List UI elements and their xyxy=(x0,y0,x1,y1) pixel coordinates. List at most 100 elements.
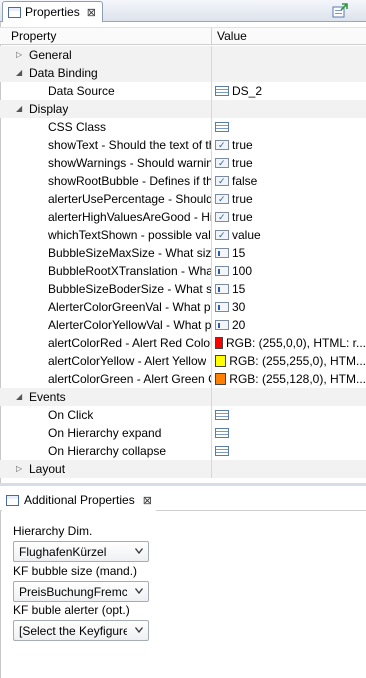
property-name-cell: ▷ General xyxy=(0,46,211,64)
property-row[interactable]: AlerterColorGreenVal - What pe 30 xyxy=(0,298,366,316)
expanded-twisty-icon[interactable]: ◢ xyxy=(16,100,26,118)
expanded-twisty-icon[interactable]: ◢ xyxy=(16,64,26,82)
property-name-cell: On Hierarchy collapse xyxy=(0,442,211,460)
property-name-cell: ◢ Display xyxy=(0,100,211,118)
property-value: 20 xyxy=(232,318,246,332)
property-value: value xyxy=(232,228,261,242)
property-name-cell: showText - Should the text of th xyxy=(0,136,211,154)
column-divider xyxy=(211,388,212,406)
property-value: false xyxy=(232,174,258,188)
property-value-cell[interactable]: RGB: (255,255,0), HTM... xyxy=(215,352,366,370)
column-divider xyxy=(211,64,212,82)
category-row[interactable]: ▷ General xyxy=(0,46,366,64)
property-value-cell[interactable]: value xyxy=(215,226,366,244)
boolean-icon xyxy=(215,226,229,244)
category-label: General xyxy=(29,48,72,62)
hierarchy-dim-select[interactable]: FlughafenKürzel xyxy=(13,541,149,562)
property-row[interactable]: BubbleSizeMaxSize - What size 15 xyxy=(0,244,366,262)
column-divider xyxy=(211,280,212,298)
column-divider xyxy=(211,190,212,208)
close-icon[interactable]: ⊠ xyxy=(87,6,96,19)
close-icon[interactable]: ⊠ xyxy=(143,494,152,507)
property-row[interactable]: On Hierarchy expand xyxy=(0,424,366,442)
view-separator[interactable] xyxy=(0,483,366,486)
boolean-icon xyxy=(215,136,229,154)
collapsed-twisty-icon[interactable]: ▷ xyxy=(16,46,26,64)
column-divider xyxy=(211,118,212,136)
property-value-cell[interactable]: true xyxy=(215,208,366,226)
property-value-cell[interactable]: 15 xyxy=(215,280,366,298)
property-name: BubbleSizeMaxSize - What size xyxy=(48,246,211,260)
column-divider xyxy=(211,460,212,478)
property-value-cell[interactable]: 20 xyxy=(215,316,366,334)
property-row[interactable]: alertColorGreen - Alert Green C RGB: (255… xyxy=(0,370,366,388)
pin-icon[interactable] xyxy=(332,3,348,18)
property-name-cell: alerterUsePercentage - Should xyxy=(0,190,211,208)
property-row[interactable]: showRootBubble - Defines if th false xyxy=(0,172,366,190)
column-divider xyxy=(211,100,212,118)
property-row[interactable]: whichTextShown - possible val value xyxy=(0,226,366,244)
property-row[interactable]: AlerterColorYellowVal - What p 20 xyxy=(0,316,366,334)
property-row[interactable]: On Click xyxy=(0,406,366,424)
tab-additional-label: Additional Properties xyxy=(24,493,135,507)
property-row[interactable]: CSS Class xyxy=(0,118,366,136)
header-property[interactable]: Property xyxy=(11,29,56,43)
properties-view-icon xyxy=(6,494,19,506)
property-value-cell[interactable] xyxy=(215,424,366,442)
property-value-cell[interactable]: true xyxy=(215,154,366,172)
property-name: AlerterColorYellowVal - What p xyxy=(48,318,211,332)
property-value-cell[interactable]: RGB: (255,0,0), HTML: r... xyxy=(215,334,366,352)
header-divider[interactable] xyxy=(211,28,212,45)
property-row[interactable]: On Hierarchy collapse xyxy=(0,442,366,460)
tab-additional-properties[interactable]: Additional Properties ⊠ xyxy=(2,489,156,511)
column-divider xyxy=(211,226,212,244)
property-row[interactable]: BubbleRootXTranslation - What 100 xyxy=(0,262,366,280)
property-name-cell: showWarnings - Should warnin xyxy=(0,154,211,172)
expanded-twisty-icon[interactable]: ◢ xyxy=(16,388,26,406)
property-row[interactable]: showWarnings - Should warnin true xyxy=(0,154,366,172)
column-divider xyxy=(211,352,212,370)
property-name: On Hierarchy expand xyxy=(48,426,162,440)
category-row[interactable]: ◢ Data Binding xyxy=(0,64,366,82)
property-value-cell[interactable]: DS_2 xyxy=(215,82,366,100)
header-value[interactable]: Value xyxy=(217,29,247,43)
property-value-cell[interactable]: 100 xyxy=(215,262,366,280)
property-value-cell[interactable] xyxy=(215,118,366,136)
collapsed-twisty-icon[interactable]: ▷ xyxy=(16,460,26,478)
property-row[interactable]: showText - Should the text of th true xyxy=(0,136,366,154)
category-row[interactable]: ▷ Layout xyxy=(0,460,366,478)
column-divider xyxy=(211,154,212,172)
property-table: ▷ General ◢ Data Binding Data Source DS_2 ◢ Dis… xyxy=(0,46,366,478)
category-row[interactable]: ◢ Display xyxy=(0,100,366,118)
kf-bubble-size-select[interactable]: PreisBuchungFremc xyxy=(13,581,149,602)
property-value-cell[interactable] xyxy=(215,406,366,424)
kf-bubble-alerter-select[interactable]: [Select the Keyfigure xyxy=(13,620,149,641)
hierarchy-dim-label: Hierarchy Dim. xyxy=(13,524,93,538)
property-value-cell xyxy=(215,388,366,406)
number-icon xyxy=(215,266,229,276)
property-value: RGB: (255,0,0), HTML: r... xyxy=(225,336,366,350)
property-value-cell[interactable]: true xyxy=(215,136,366,154)
property-value-cell[interactable]: RGB: (255,128,0), HTM... xyxy=(215,370,366,388)
property-value-cell[interactable]: true xyxy=(215,190,366,208)
property-row[interactable]: alerterUsePercentage - Should true xyxy=(0,190,366,208)
property-name: alertColorGreen - Alert Green C xyxy=(48,372,211,386)
tab-properties[interactable]: Properties ⊠ xyxy=(2,1,103,22)
property-value-cell[interactable] xyxy=(215,442,366,460)
property-row[interactable]: BubbleSizeBoderSize - What siz 15 xyxy=(0,280,366,298)
property-row[interactable]: alerterHighValuesAreGood - Hi true xyxy=(0,208,366,226)
property-name-cell: On Hierarchy expand xyxy=(0,424,211,442)
property-name: showText - Should the text of th xyxy=(48,138,211,152)
property-row[interactable]: alertColorYellow - Alert Yellow RGB: (255… xyxy=(0,352,366,370)
color-swatch xyxy=(215,355,227,367)
column-divider xyxy=(211,424,212,442)
property-value-cell[interactable]: false xyxy=(215,172,366,190)
category-row[interactable]: ◢ Events xyxy=(0,388,366,406)
list-icon xyxy=(215,410,229,420)
property-row[interactable]: alertColorRed - Alert Red Color RGB: (255… xyxy=(0,334,366,352)
property-row[interactable]: Data Source DS_2 xyxy=(0,82,366,100)
column-divider xyxy=(211,406,212,424)
property-value-cell[interactable]: 15 xyxy=(215,244,366,262)
property-value-cell[interactable]: 30 xyxy=(215,298,366,316)
property-value: 30 xyxy=(232,300,246,314)
